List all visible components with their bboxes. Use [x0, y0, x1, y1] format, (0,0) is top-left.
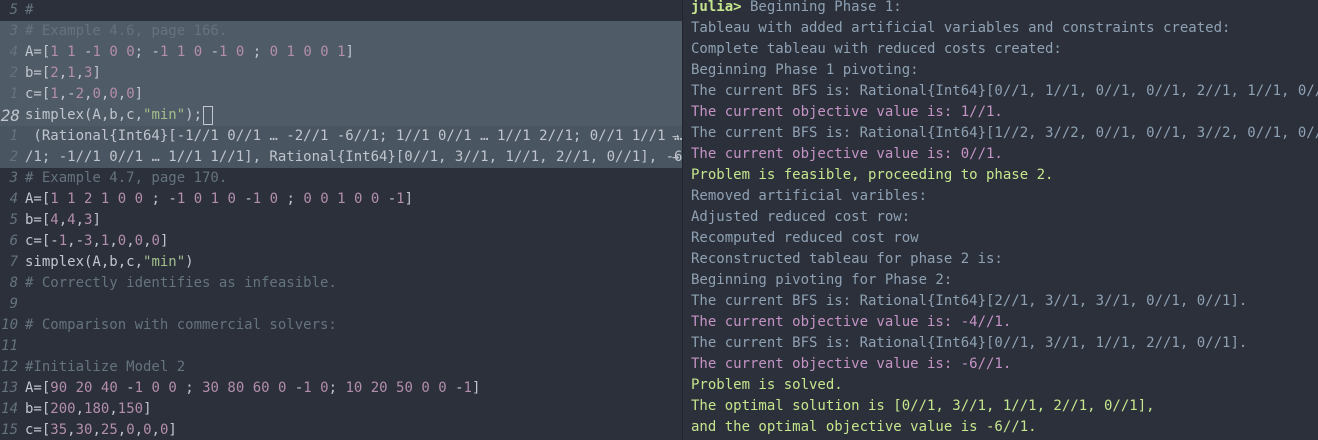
repl-output-line: The current objective value is: -6//1.: [691, 356, 1012, 372]
code-text: b=[2,1,3]: [25, 65, 101, 81]
repl-output-line: Problem is solved.: [691, 377, 843, 393]
line-number: 11: [1, 338, 18, 354]
line-number: 6: [9, 233, 18, 249]
code-text: /1; -1//1 0//1 … 1//1 1//1], Rational{In…: [25, 149, 682, 165]
editor-line[interactable]: 10 # Comparison with commercial solvers:: [0, 315, 682, 336]
line-number: 5: [9, 212, 18, 228]
code-text: b=[4,4,3]: [25, 212, 101, 228]
code-text: # Correctly identifies as infeasible.: [25, 275, 337, 291]
editor-line[interactable]: 1 (Rational{Int64}[-1//1 0//1 … -2//1 -6…: [0, 126, 682, 147]
repl-output-line: Beginning Phase 1 pivoting:: [691, 62, 919, 78]
line-number: 1: [9, 128, 18, 144]
code-text: A=[1 1 2 1 0 0 ; -1 0 1 0 -1 0 ; 0 0 1 0…: [25, 191, 414, 207]
repl-output-line: The optimal solution is [0//1, 3//1, 1//…: [691, 398, 1155, 414]
editor-line[interactable]: 6 c=[-1,-3,1,0,0,0]: [0, 231, 682, 252]
repl-output-line: The current objective value is: 0//1.: [691, 146, 1003, 162]
repl-output-line: The current BFS is: Rational{Int64}[0//1…: [691, 83, 1318, 99]
repl-output-line: and the optimal objective value is -6//1…: [691, 419, 1037, 435]
text-cursor: [203, 105, 214, 125]
repl-output-line: Beginning pivoting for Phase 2:: [691, 272, 953, 288]
repl-output-line: The current BFS is: Rational{Int64}[0//1…: [691, 335, 1248, 351]
code-text: b=[200,180,150]: [25, 401, 152, 417]
editor-line[interactable]: 4 A=[1 1 2 1 0 0 ; -1 0 1 0 -1 0 ; 0 0 1 …: [0, 189, 682, 210]
code-text: c=[35,30,25,0,0,0]: [25, 422, 177, 438]
repl-output-line: Problem is feasible, proceeding to phase…: [691, 167, 1054, 183]
editor-line[interactable]: 13 A=[90 20 40 -1 0 0 ; 30 80 60 0 -1 0; …: [0, 378, 682, 399]
code-text: A=[1 1 -1 0 0; -1 1 0 -1 0 ; 0 1 0 0 1]: [25, 44, 354, 60]
line-number: 5: [9, 2, 18, 18]
line-number: 9: [9, 296, 18, 312]
code-text: # Example 4.7, page 170.: [25, 170, 228, 186]
editor-line[interactable]: 12 #Initialize Model 2: [0, 357, 682, 378]
repl-output-line: Adjusted reduced cost row:: [691, 209, 911, 225]
code-text: A=[90 20 40 -1 0 0 ; 30 80 60 0 -1 0; 10…: [25, 380, 481, 396]
code-editor-pane[interactable]: 5 #3 # Example 4.6, page 166. 4 A=[1 1 -1 0 …: [0, 0, 682, 440]
editor-line[interactable]: 28 simplex(A,b,c,"min");: [0, 105, 682, 126]
editor-line[interactable]: 5 #: [0, 0, 682, 21]
line-number: 28: [0, 106, 20, 125]
julia-workspace: 5 #3 # Example 4.6, page 166. 4 A=[1 1 -1 0 …: [0, 0, 1318, 440]
code-text: #: [25, 2, 34, 18]
repl-output-line: Removed artificial varibles:: [691, 188, 928, 204]
line-number: 4: [9, 44, 18, 60]
julia-repl-pane[interactable]: julia> Beginning Phase 1: Tableau with ad…: [683, 0, 1318, 440]
repl-output-line: Recomputed reduced cost row: [691, 230, 919, 246]
repl-output-line: The current objective value is: 1//1.: [691, 104, 1003, 120]
overflow-arrow-icon: →: [672, 129, 680, 143]
line-number: 15: [1, 422, 18, 438]
editor-line[interactable]: 5 b=[4,4,3]: [0, 210, 682, 231]
line-number: 7: [9, 254, 18, 270]
editor-line[interactable]: 4 A=[1 1 -1 0 0; -1 1 0 -1 0 ; 0 1 0 0 1]: [0, 42, 682, 63]
repl-output-line: Tableau with added artificial variables …: [691, 20, 1231, 36]
code-text: simplex(A,b,c,"min");: [25, 105, 214, 126]
line-number: 13: [1, 380, 18, 396]
repl-output-line: Complete tableau with reduced costs crea…: [691, 41, 1062, 57]
editor-line[interactable]: 15 c=[35,30,25,0,0,0]: [0, 420, 682, 440]
line-number: 2: [9, 149, 18, 165]
line-number: 10: [1, 317, 18, 333]
editor-line[interactable]: 9: [0, 294, 682, 315]
line-number: 8: [9, 275, 18, 291]
repl-output-line: The current objective value is: -4//1.: [691, 314, 1012, 330]
repl-prompt-label: julia>: [691, 0, 742, 15]
editor-line[interactable]: 2/1; -1//1 0//1 … 1//1 1//1], Rational{I…: [0, 147, 682, 168]
repl-output-line: Reconstructed tableau for phase 2 is:: [691, 251, 1003, 267]
code-text: #Initialize Model 2: [25, 359, 186, 375]
editor-line[interactable]: 7 simplex(A,b,c,"min"): [0, 252, 682, 273]
editor-line[interactable]: 1 c=[1,-2,0,0,0]: [0, 84, 682, 105]
editor-line[interactable]: 11: [0, 336, 682, 357]
code-text: c=[-1,-3,1,0,0,0]: [25, 233, 169, 249]
code-text: c=[1,-2,0,0,0]: [25, 86, 144, 102]
editor-line[interactable]: 8 # Correctly identifies as infeasible.: [0, 273, 682, 294]
editor-line[interactable]: 2 b=[2,1,3]: [0, 63, 682, 84]
code-text: simplex(A,b,c,"min"): [25, 254, 194, 270]
line-number: 4: [9, 191, 18, 207]
line-number: 2: [9, 65, 18, 81]
line-number: 3: [9, 23, 18, 39]
line-number: 14: [1, 401, 18, 417]
repl-prompt-line: julia> Beginning Phase 1:: [691, 0, 902, 18]
repl-prompt-text: Beginning Phase 1:: [741, 0, 902, 15]
line-number: 1: [9, 86, 18, 102]
code-text: # Comparison with commercial solvers:: [25, 317, 337, 333]
line-number: 12: [1, 359, 18, 375]
editor-line[interactable]: 3 # Example 4.7, page 170.: [0, 168, 682, 189]
editor-line[interactable]: 14 b=[200,180,150]: [0, 399, 682, 420]
editor-line[interactable]: 3 # Example 4.6, page 166.: [0, 21, 682, 42]
code-text: # Example 4.6, page 166.: [25, 23, 228, 39]
line-number: 3: [9, 170, 18, 186]
code-text: (Rational{Int64}[-1//1 0//1 … -2//1 -6//…: [25, 128, 682, 144]
repl-output-line: The current BFS is: Rational{Int64}[2//1…: [691, 293, 1248, 309]
repl-output-line: The current BFS is: Rational{Int64}[1//2…: [691, 125, 1318, 141]
overflow-arrow-icon: →: [672, 150, 680, 164]
